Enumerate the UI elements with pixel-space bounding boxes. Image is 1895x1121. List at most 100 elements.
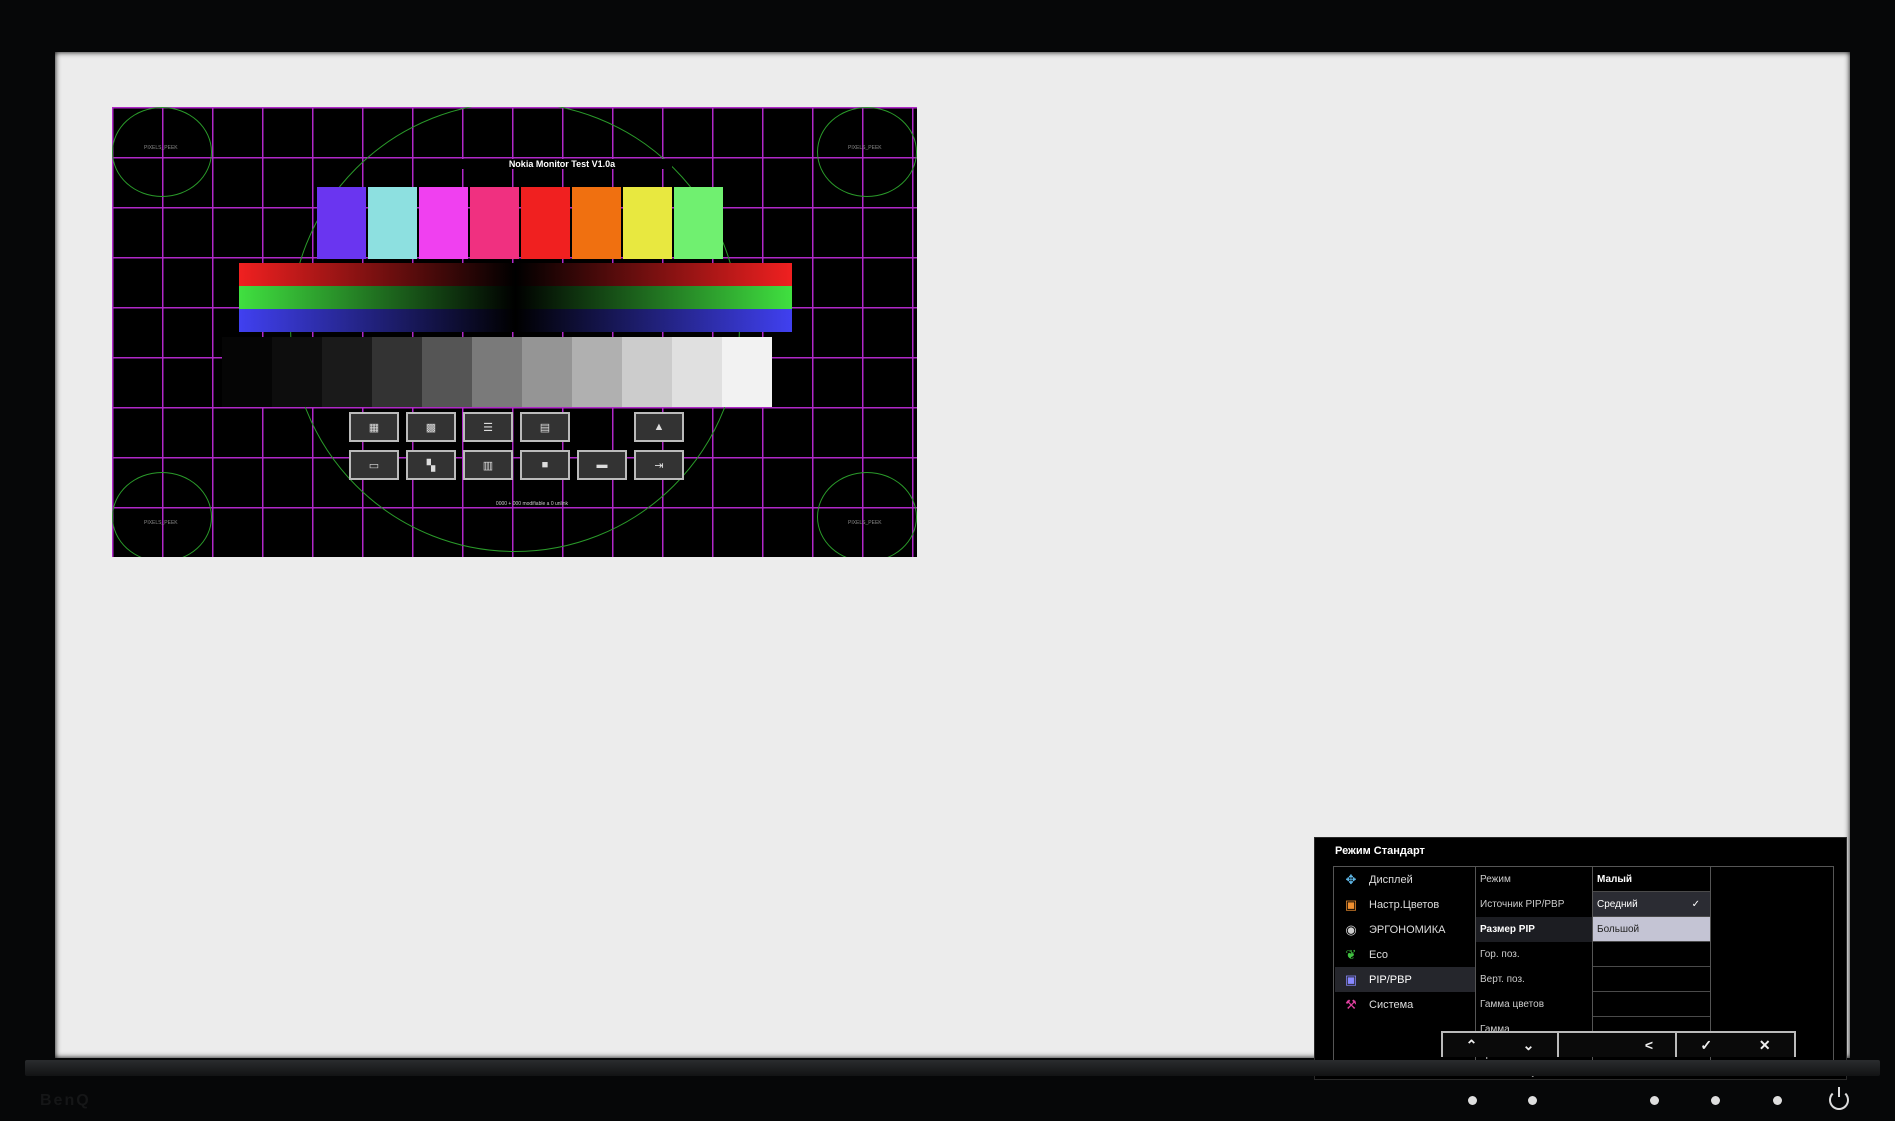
gray-bar — [422, 337, 472, 407]
gray-bar — [472, 337, 522, 407]
key-ok-close[interactable]: ✓ ✕ — [1677, 1031, 1796, 1057]
check-icon[interactable]: ✓ — [1700, 1037, 1712, 1054]
submenu-item[interactable]: Источник PIP/PBP — [1476, 892, 1592, 917]
menu-item-label: Система — [1369, 998, 1414, 1011]
color-settings-icon: ▣ — [1344, 896, 1358, 912]
monitor: PIXELS_PEEK PIXELS_PEEK PIXELS_PEEK PIXE… — [0, 0, 1895, 1121]
gray-bar — [622, 337, 672, 407]
gray-bar — [522, 337, 572, 407]
menu-item-эргономика[interactable]: ◉ ЭРГОНОМИКА — [1335, 917, 1475, 942]
lines-icon: ☰ — [463, 412, 513, 442]
osd-key-bar: ⌃ ⌄ < ✓ ✕ — [1441, 1031, 1796, 1057]
corner-label-tr: PIXELS_PEEK — [848, 145, 882, 151]
power-button-icon[interactable] — [1829, 1087, 1849, 1110]
eye-icon: ◉ — [1345, 921, 1357, 937]
leaf-icon: ❦ — [1345, 946, 1357, 962]
close-icon[interactable]: ✕ — [1759, 1037, 1771, 1054]
option-empty — [1593, 942, 1710, 967]
exit-icon: ⇥ — [634, 450, 684, 480]
osd-title: Режим Стандарт — [1335, 845, 1425, 857]
test-footer: 0000 + 000 modifiable a 0 unlink — [495, 501, 569, 507]
pip-window: PIXELS_PEEK PIXELS_PEEK PIXELS_PEEK PIXE… — [112, 107, 917, 557]
hardware-button-5[interactable] — [1773, 1096, 1782, 1105]
option-label: Средний — [1597, 898, 1638, 910]
color-bar — [470, 187, 519, 259]
brand-logo: BenQ — [40, 1092, 91, 1109]
option-empty — [1593, 992, 1710, 1017]
corner-circle-bl — [112, 472, 212, 557]
green-gradient — [239, 286, 792, 309]
hardware-button-3[interactable] — [1650, 1096, 1659, 1105]
key-back[interactable]: < — [1559, 1031, 1677, 1057]
color-bar — [521, 187, 570, 259]
graduation-cap-icon: ▲ — [634, 412, 684, 442]
submenu-item[interactable]: Гор. поз. — [1476, 942, 1592, 967]
hardware-button-2[interactable] — [1528, 1096, 1537, 1105]
menu-item-label: Eco — [1369, 948, 1388, 961]
left-arrow-icon[interactable]: < — [1645, 1037, 1653, 1053]
hardware-button-1[interactable] — [1468, 1096, 1477, 1105]
color-bar — [623, 187, 672, 259]
color-bar — [368, 187, 417, 259]
color-bar — [572, 187, 621, 259]
down-arrow-icon[interactable]: ⌄ — [1523, 1037, 1535, 1054]
pixels-icon: ▩ — [406, 412, 456, 442]
corner-circle-tl — [112, 107, 212, 197]
blocks-icon: ▚ — [406, 450, 456, 480]
menu-item-настр-цветов[interactable]: ▣ Настр.Цветов — [1335, 892, 1475, 917]
gray-bar — [722, 337, 772, 407]
color-bars — [317, 187, 723, 259]
gray-bar — [322, 337, 372, 407]
display-icon: ✥ — [1345, 871, 1357, 887]
grid-pattern-icon: ▦ — [349, 412, 399, 442]
option-item[interactable]: Большой — [1593, 917, 1710, 942]
corner-label-br: PIXELS_PEEK — [848, 520, 882, 526]
menu-item-pip-pbp[interactable]: ▣ PIP/PBP — [1335, 967, 1475, 992]
menu-item-label: Дисплей — [1369, 873, 1413, 886]
option-item[interactable]: Малый — [1593, 867, 1710, 892]
menu-item-дисплей[interactable]: ✥ Дисплей — [1335, 867, 1475, 892]
test-pattern-icons: ▦ ▩ ☰ ▤ ▲ ▭ ▚ ▥ ■ ▬ ⇥ — [349, 412, 684, 480]
corner-label-bl: PIXELS_PEEK — [144, 520, 178, 526]
selected-check-icon: ✓ — [1691, 898, 1700, 910]
red-gradient — [239, 263, 792, 286]
gray-bar — [572, 337, 622, 407]
gray-bar — [222, 337, 272, 407]
dot-icon: ■ — [520, 450, 570, 480]
blue-gradient — [239, 309, 792, 332]
corner-circle-tr — [817, 107, 917, 197]
menu-item-eco[interactable]: ❦ Eco — [1335, 942, 1475, 967]
grayscale-bars — [222, 337, 772, 407]
gray-bar — [672, 337, 722, 407]
menu-item-система[interactable]: ⚒ Система — [1335, 992, 1475, 1017]
submenu-item[interactable]: Гамма цветов — [1476, 992, 1592, 1017]
option-item[interactable]: Средний ✓ — [1593, 892, 1710, 917]
frame-icon: ▭ — [349, 450, 399, 480]
submenu-item[interactable]: Верт. поз. — [1476, 967, 1592, 992]
option-label: Малый — [1597, 873, 1633, 885]
option-label: Большой — [1597, 923, 1640, 935]
bars-icon: ▬ — [577, 450, 627, 480]
test-title: Nokia Monitor Test V1.0a — [452, 159, 672, 169]
fine-grid-icon: ▥ — [463, 450, 513, 480]
dense-grid-icon: ▤ — [520, 412, 570, 442]
key-up-down[interactable]: ⌃ ⌄ — [1441, 1031, 1559, 1057]
gray-bar — [272, 337, 322, 407]
screen: PIXELS_PEEK PIXELS_PEEK PIXELS_PEEK PIXE… — [55, 52, 1850, 1080]
corner-label-tl: PIXELS_PEEK — [144, 145, 178, 151]
color-bar — [419, 187, 468, 259]
pip-icon: ▣ — [1344, 971, 1358, 987]
up-arrow-icon[interactable]: ⌃ — [1466, 1037, 1478, 1054]
gray-bar — [372, 337, 422, 407]
submenu-item[interactable]: Режим — [1476, 867, 1592, 892]
menu-item-label: Настр.Цветов — [1369, 898, 1440, 911]
corner-circle-br — [817, 472, 917, 557]
color-bar — [317, 187, 366, 259]
hardware-button-4[interactable] — [1711, 1096, 1720, 1105]
color-bar — [674, 187, 723, 259]
menu-item-label: ЭРГОНОМИКА — [1369, 923, 1446, 936]
menu-item-label: PIP/PBP — [1369, 973, 1412, 986]
bezel-bottom — [25, 1060, 1880, 1076]
wrench-icon: ⚒ — [1345, 996, 1357, 1012]
submenu-item[interactable]: Размер PIP — [1476, 917, 1592, 942]
